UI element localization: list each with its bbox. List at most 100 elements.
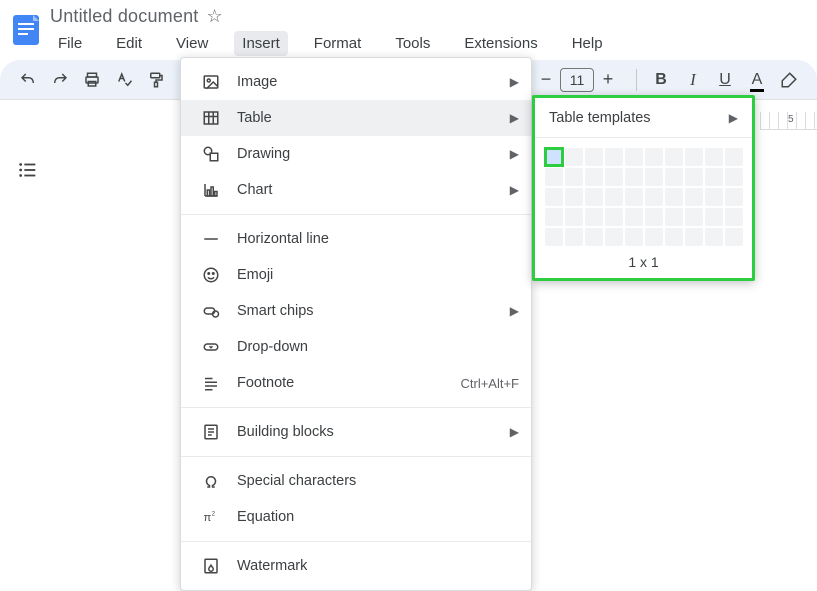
grid-cell[interactable] xyxy=(725,168,743,186)
grid-cell[interactable] xyxy=(665,188,683,206)
insert-horizontal-line[interactable]: Horizontal line xyxy=(181,221,531,257)
grid-cell[interactable] xyxy=(685,208,703,226)
grid-cell[interactable] xyxy=(625,208,643,226)
svg-text:2: 2 xyxy=(212,512,216,518)
grid-cell[interactable] xyxy=(625,228,643,246)
grid-cell[interactable] xyxy=(565,148,583,166)
outline-button[interactable] xyxy=(12,154,44,186)
highlight-button[interactable] xyxy=(775,66,803,94)
paint-format-button[interactable] xyxy=(142,66,170,94)
grid-cell[interactable] xyxy=(705,148,723,166)
menu-separator xyxy=(181,456,531,457)
insert-watermark[interactable]: Watermark xyxy=(181,548,531,584)
menu-format[interactable]: Format xyxy=(306,31,370,56)
grid-cell[interactable] xyxy=(645,168,663,186)
grid-cell[interactable] xyxy=(585,148,603,166)
grid-cell[interactable] xyxy=(725,188,743,206)
menu-item-label: Footnote xyxy=(237,375,460,391)
grid-cell[interactable] xyxy=(545,208,563,226)
insert-equation[interactable]: π2Equation xyxy=(181,499,531,535)
grid-cell[interactable] xyxy=(685,148,703,166)
grid-cell[interactable] xyxy=(565,188,583,206)
menu-view[interactable]: View xyxy=(168,31,216,56)
menu-edit[interactable]: Edit xyxy=(108,31,150,56)
grid-cell[interactable] xyxy=(605,208,623,226)
menu-item-label: Table xyxy=(237,110,510,126)
grid-cell[interactable] xyxy=(625,188,643,206)
grid-cell[interactable] xyxy=(725,228,743,246)
insert-footnote[interactable]: FootnoteCtrl+Alt+F xyxy=(181,365,531,401)
grid-cell[interactable] xyxy=(725,148,743,166)
menu-file[interactable]: File xyxy=(50,31,90,56)
grid-cell[interactable] xyxy=(565,168,583,186)
grid-cell[interactable] xyxy=(685,168,703,186)
insert-smart-chips[interactable]: Smart chips▶ xyxy=(181,293,531,329)
grid-cell[interactable] xyxy=(665,208,683,226)
redo-button[interactable] xyxy=(46,66,74,94)
insert-table[interactable]: Table▶ xyxy=(181,100,531,136)
grid-cell[interactable] xyxy=(585,208,603,226)
menu-help[interactable]: Help xyxy=(564,31,611,56)
grid-cell[interactable] xyxy=(645,228,663,246)
grid-cell[interactable] xyxy=(705,168,723,186)
grid-cell[interactable] xyxy=(565,228,583,246)
grid-cell[interactable] xyxy=(544,147,564,167)
insert-image[interactable]: Image▶ xyxy=(181,64,531,100)
grid-cell[interactable] xyxy=(545,168,563,186)
text-color-button[interactable]: A xyxy=(743,66,771,94)
menu-item-label: Chart xyxy=(237,182,510,198)
font-size-value[interactable]: 11 xyxy=(560,68,594,92)
grid-cell[interactable] xyxy=(605,148,623,166)
insert-chart[interactable]: Chart▶ xyxy=(181,172,531,208)
italic-button[interactable]: I xyxy=(679,66,707,94)
grid-cell[interactable] xyxy=(665,228,683,246)
table-size-grid[interactable] xyxy=(535,138,752,250)
insert-emoji[interactable]: Emoji xyxy=(181,257,531,293)
grid-cell[interactable] xyxy=(665,168,683,186)
grid-cell[interactable] xyxy=(565,208,583,226)
chevron-right-icon: ▶ xyxy=(510,75,519,89)
grid-cell[interactable] xyxy=(705,188,723,206)
grid-cell[interactable] xyxy=(585,228,603,246)
menu-item-label: Drawing xyxy=(237,146,510,162)
grid-cell[interactable] xyxy=(625,168,643,186)
grid-cell[interactable] xyxy=(645,188,663,206)
grid-cell[interactable] xyxy=(645,208,663,226)
menu-tools[interactable]: Tools xyxy=(387,31,438,56)
insert-drawing[interactable]: Drawing▶ xyxy=(181,136,531,172)
table-size-label: 1 x 1 xyxy=(535,250,752,270)
grid-cell[interactable] xyxy=(605,228,623,246)
print-button[interactable] xyxy=(78,66,106,94)
menu-extensions[interactable]: Extensions xyxy=(456,31,545,56)
insert-building-blocks[interactable]: Building blocks▶ xyxy=(181,414,531,450)
chevron-right-icon: ▶ xyxy=(729,111,738,125)
menu-insert[interactable]: Insert xyxy=(234,31,288,56)
star-icon[interactable]: ☆ xyxy=(206,6,222,27)
grid-cell[interactable] xyxy=(545,188,563,206)
spellcheck-button[interactable] xyxy=(110,66,138,94)
grid-cell[interactable] xyxy=(585,188,603,206)
grid-cell[interactable] xyxy=(585,168,603,186)
grid-cell[interactable] xyxy=(625,148,643,166)
grid-cell[interactable] xyxy=(705,228,723,246)
bold-button[interactable]: B xyxy=(647,66,675,94)
grid-cell[interactable] xyxy=(705,208,723,226)
font-size-decrease[interactable]: − xyxy=(534,68,558,92)
grid-cell[interactable] xyxy=(605,188,623,206)
grid-cell[interactable] xyxy=(685,188,703,206)
insert-special-characters[interactable]: Special characters xyxy=(181,463,531,499)
grid-cell[interactable] xyxy=(665,148,683,166)
grid-cell[interactable] xyxy=(685,228,703,246)
chevron-right-icon: ▶ xyxy=(510,111,519,125)
grid-cell[interactable] xyxy=(725,208,743,226)
grid-cell[interactable] xyxy=(545,228,563,246)
doc-title[interactable]: Untitled document xyxy=(50,6,198,27)
insert-drop-down[interactable]: Drop-down xyxy=(181,329,531,365)
table-templates-item[interactable]: Table templates ▶ xyxy=(535,98,752,138)
underline-button[interactable]: U xyxy=(711,66,739,94)
undo-button[interactable] xyxy=(14,66,42,94)
grid-cell[interactable] xyxy=(605,168,623,186)
docs-logo[interactable] xyxy=(6,6,46,54)
font-size-increase[interactable]: + xyxy=(596,68,620,92)
grid-cell[interactable] xyxy=(645,148,663,166)
